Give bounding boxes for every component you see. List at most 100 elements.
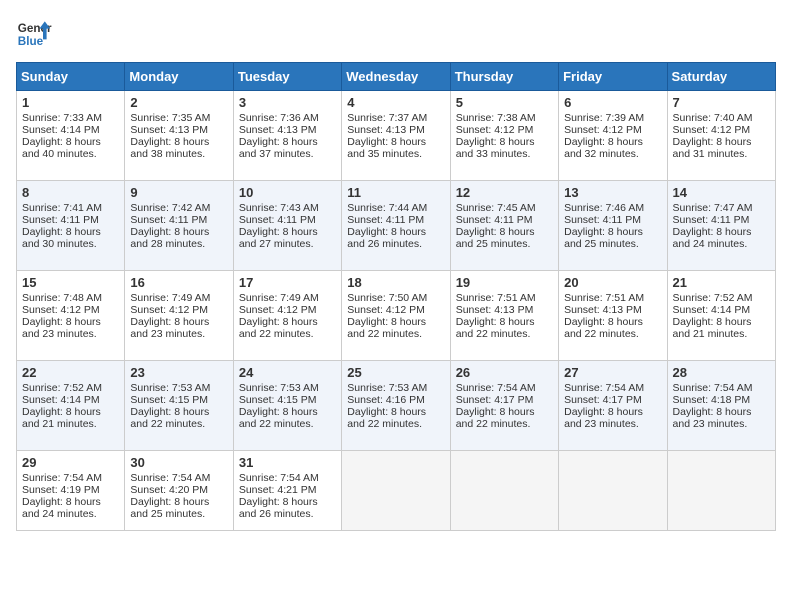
day-info-line: Sunrise: 7:41 AM	[22, 202, 119, 214]
day-number: 10	[239, 185, 336, 200]
day-info-line: Sunset: 4:11 PM	[347, 214, 444, 226]
calendar-cell: 12Sunrise: 7:45 AMSunset: 4:11 PMDayligh…	[450, 181, 558, 271]
day-info-line: Sunset: 4:15 PM	[130, 394, 227, 406]
calendar-cell: 2Sunrise: 7:35 AMSunset: 4:13 PMDaylight…	[125, 91, 233, 181]
day-info-line: Sunrise: 7:38 AM	[456, 112, 553, 124]
calendar-cell: 11Sunrise: 7:44 AMSunset: 4:11 PMDayligh…	[342, 181, 450, 271]
logo-icon: General Blue	[16, 16, 52, 52]
day-info-line: Daylight: 8 hours	[673, 226, 770, 238]
calendar-cell: 27Sunrise: 7:54 AMSunset: 4:17 PMDayligh…	[559, 361, 667, 451]
day-info-line: Daylight: 8 hours	[347, 136, 444, 148]
day-info-line: Sunset: 4:21 PM	[239, 484, 336, 496]
day-info-line: and 27 minutes.	[239, 238, 336, 250]
day-info-line: and 35 minutes.	[347, 148, 444, 160]
day-info-line: and 28 minutes.	[130, 238, 227, 250]
day-number: 26	[456, 365, 553, 380]
calendar-cell	[450, 451, 558, 531]
day-info-line: Sunset: 4:15 PM	[239, 394, 336, 406]
day-info-line: and 32 minutes.	[564, 148, 661, 160]
day-number: 14	[673, 185, 770, 200]
day-info-line: Sunset: 4:17 PM	[456, 394, 553, 406]
day-info-line: Sunrise: 7:52 AM	[22, 382, 119, 394]
calendar-cell: 22Sunrise: 7:52 AMSunset: 4:14 PMDayligh…	[17, 361, 125, 451]
column-header-thursday: Thursday	[450, 63, 558, 91]
calendar-table: SundayMondayTuesdayWednesdayThursdayFrid…	[16, 62, 776, 531]
calendar-cell: 6Sunrise: 7:39 AMSunset: 4:12 PMDaylight…	[559, 91, 667, 181]
day-info-line: Daylight: 8 hours	[673, 406, 770, 418]
day-number: 19	[456, 275, 553, 290]
day-info-line: Sunrise: 7:42 AM	[130, 202, 227, 214]
day-info-line: Daylight: 8 hours	[130, 406, 227, 418]
day-info-line: and 22 minutes.	[130, 418, 227, 430]
calendar-cell	[667, 451, 775, 531]
day-info-line: Sunset: 4:11 PM	[673, 214, 770, 226]
column-header-saturday: Saturday	[667, 63, 775, 91]
calendar-cell: 1Sunrise: 7:33 AMSunset: 4:14 PMDaylight…	[17, 91, 125, 181]
day-number: 11	[347, 185, 444, 200]
day-info-line: Daylight: 8 hours	[347, 226, 444, 238]
calendar-week-1: 1Sunrise: 7:33 AMSunset: 4:14 PMDaylight…	[17, 91, 776, 181]
day-info-line: Sunset: 4:12 PM	[347, 304, 444, 316]
column-header-tuesday: Tuesday	[233, 63, 341, 91]
day-info-line: Sunset: 4:20 PM	[130, 484, 227, 496]
calendar-cell: 25Sunrise: 7:53 AMSunset: 4:16 PMDayligh…	[342, 361, 450, 451]
calendar-cell: 26Sunrise: 7:54 AMSunset: 4:17 PMDayligh…	[450, 361, 558, 451]
calendar-cell: 19Sunrise: 7:51 AMSunset: 4:13 PMDayligh…	[450, 271, 558, 361]
day-info-line: and 38 minutes.	[130, 148, 227, 160]
calendar-cell: 8Sunrise: 7:41 AMSunset: 4:11 PMDaylight…	[17, 181, 125, 271]
day-info-line: Sunset: 4:12 PM	[239, 304, 336, 316]
calendar-cell: 13Sunrise: 7:46 AMSunset: 4:11 PMDayligh…	[559, 181, 667, 271]
calendar-cell: 15Sunrise: 7:48 AMSunset: 4:12 PMDayligh…	[17, 271, 125, 361]
day-info-line: Daylight: 8 hours	[673, 316, 770, 328]
day-info-line: and 22 minutes.	[456, 328, 553, 340]
day-info-line: Daylight: 8 hours	[239, 406, 336, 418]
day-number: 15	[22, 275, 119, 290]
day-info-line: Sunset: 4:13 PM	[456, 304, 553, 316]
day-info-line: Sunrise: 7:53 AM	[239, 382, 336, 394]
day-info-line: Daylight: 8 hours	[673, 136, 770, 148]
day-info-line: Sunset: 4:16 PM	[347, 394, 444, 406]
day-number: 9	[130, 185, 227, 200]
day-info-line: Sunset: 4:19 PM	[22, 484, 119, 496]
svg-text:Blue: Blue	[18, 35, 44, 48]
day-number: 2	[130, 95, 227, 110]
calendar-cell: 28Sunrise: 7:54 AMSunset: 4:18 PMDayligh…	[667, 361, 775, 451]
day-number: 20	[564, 275, 661, 290]
day-info-line: and 37 minutes.	[239, 148, 336, 160]
day-number: 31	[239, 455, 336, 470]
calendar-cell: 7Sunrise: 7:40 AMSunset: 4:12 PMDaylight…	[667, 91, 775, 181]
day-info-line: Sunset: 4:11 PM	[22, 214, 119, 226]
calendar-header-row: SundayMondayTuesdayWednesdayThursdayFrid…	[17, 63, 776, 91]
day-info-line: Daylight: 8 hours	[564, 136, 661, 148]
calendar-cell: 3Sunrise: 7:36 AMSunset: 4:13 PMDaylight…	[233, 91, 341, 181]
day-number: 16	[130, 275, 227, 290]
day-info-line: and 30 minutes.	[22, 238, 119, 250]
calendar-week-4: 22Sunrise: 7:52 AMSunset: 4:14 PMDayligh…	[17, 361, 776, 451]
calendar-cell: 5Sunrise: 7:38 AMSunset: 4:12 PMDaylight…	[450, 91, 558, 181]
day-info-line: Sunset: 4:18 PM	[673, 394, 770, 406]
day-info-line: and 31 minutes.	[673, 148, 770, 160]
day-info-line: Sunrise: 7:51 AM	[564, 292, 661, 304]
calendar-week-5: 29Sunrise: 7:54 AMSunset: 4:19 PMDayligh…	[17, 451, 776, 531]
day-info-line: Sunset: 4:13 PM	[347, 124, 444, 136]
day-info-line: Sunrise: 7:37 AM	[347, 112, 444, 124]
day-info-line: Daylight: 8 hours	[22, 136, 119, 148]
day-info-line: Daylight: 8 hours	[130, 136, 227, 148]
day-info-line: Sunset: 4:11 PM	[564, 214, 661, 226]
day-info-line: Sunset: 4:13 PM	[564, 304, 661, 316]
day-info-line: Daylight: 8 hours	[239, 316, 336, 328]
day-number: 18	[347, 275, 444, 290]
day-info-line: Sunrise: 7:53 AM	[130, 382, 227, 394]
day-info-line: Sunrise: 7:51 AM	[456, 292, 553, 304]
calendar-cell: 14Sunrise: 7:47 AMSunset: 4:11 PMDayligh…	[667, 181, 775, 271]
calendar-week-3: 15Sunrise: 7:48 AMSunset: 4:12 PMDayligh…	[17, 271, 776, 361]
day-info-line: Sunrise: 7:49 AM	[130, 292, 227, 304]
column-header-friday: Friday	[559, 63, 667, 91]
day-info-line: Sunset: 4:11 PM	[239, 214, 336, 226]
calendar-cell: 17Sunrise: 7:49 AMSunset: 4:12 PMDayligh…	[233, 271, 341, 361]
day-info-line: Sunset: 4:12 PM	[22, 304, 119, 316]
svg-text:General: General	[18, 22, 52, 35]
day-info-line: and 23 minutes.	[673, 418, 770, 430]
column-header-wednesday: Wednesday	[342, 63, 450, 91]
day-info-line: and 25 minutes.	[456, 238, 553, 250]
